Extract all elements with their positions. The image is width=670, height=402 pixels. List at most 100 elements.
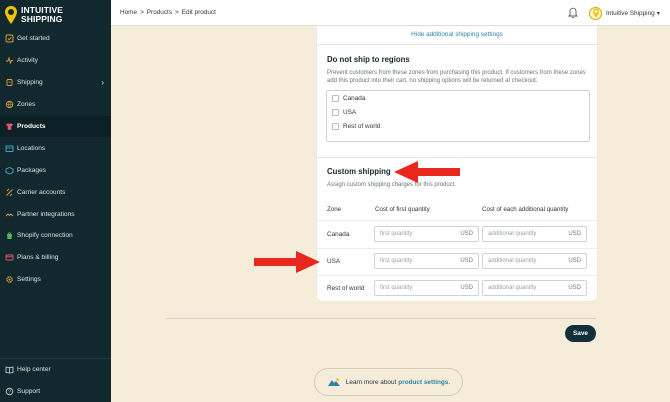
profile-name: Intuitive Shipping [606, 9, 655, 17]
input-placeholder: additional quantity [488, 258, 537, 264]
sidebar-item-label: Plans & billing [17, 254, 59, 262]
sidebar-item-help-center[interactable]: Help center [0, 359, 111, 381]
do-not-ship-title: Do not ship to regions [327, 55, 410, 64]
column-header-zone: Zone [327, 206, 342, 213]
first-quantity-input-rest-of-world[interactable]: first quantity USD [374, 280, 479, 296]
sidebar-item-packages[interactable]: Packages [0, 159, 111, 181]
input-placeholder: first quantity [380, 231, 413, 237]
additional-quantity-input-canada[interactable]: additional quantity USD [482, 226, 587, 242]
sidebar-item-carrier-accounts[interactable]: Carrier accounts [0, 181, 111, 203]
row-separator [317, 220, 597, 221]
sidebar-nav: Get started Activity Shipping › Zones Pr… [0, 28, 111, 291]
hide-additional-settings-link[interactable]: Hide additional shipping settings [317, 31, 597, 38]
sidebar-item-label: Help center [17, 366, 51, 374]
sidebar-item-label: Partner integrations [17, 210, 75, 218]
sidebar-item-get-started[interactable]: Get started [0, 28, 111, 50]
shipping-icon [4, 78, 14, 88]
bell-icon[interactable] [567, 6, 579, 19]
brand-line-2: SHIPPING [21, 14, 63, 24]
learn-more-suffix: . [448, 378, 451, 386]
row-separator [317, 248, 597, 249]
breadcrumb-products[interactable]: Products [147, 9, 172, 16]
learn-more-banner[interactable]: Learn more about product settings . [314, 368, 463, 396]
billing-icon [4, 253, 14, 263]
sidebar-item-shipping[interactable]: Shipping › [0, 72, 111, 94]
sidebar-item-label: Packages [17, 166, 46, 174]
logo-text: INTUITIVE SHIPPING [21, 6, 63, 24]
sidebar-item-label: Carrier accounts [17, 188, 66, 196]
breadcrumb-separator: > [140, 9, 144, 16]
integrations-icon [4, 209, 14, 219]
book-icon [4, 365, 14, 375]
input-placeholder: additional quantity [488, 285, 537, 291]
input-placeholder: additional quantity [488, 231, 537, 237]
logo-pin-icon [592, 8, 599, 18]
currency-unit: USD [568, 231, 581, 237]
shopify-icon [4, 231, 14, 241]
region-option-canada[interactable]: Canada [332, 95, 365, 102]
rocket-icon [4, 34, 14, 44]
first-quantity-input-canada[interactable]: first quantity USD [374, 226, 479, 242]
annotation-arrow-right-icon [254, 251, 320, 273]
save-button[interactable]: Save [565, 325, 596, 342]
column-header-additional-quantity: Cost of each additional quantity [482, 206, 569, 213]
region-checklist: Canada USA Rest of world [326, 90, 590, 142]
region-option-rest-of-world[interactable]: Rest of world [332, 123, 380, 130]
do-not-ship-description: Prevent customers from these zones from … [327, 70, 586, 84]
sidebar-item-support[interactable]: ? Support [0, 381, 111, 402]
sidebar-item-activity[interactable]: Activity [0, 50, 111, 72]
shirt-icon [4, 122, 14, 132]
sidebar-item-label: Shopify connection [17, 232, 73, 240]
activity-icon [4, 56, 14, 66]
breadcrumb-current: Edit product [181, 9, 216, 16]
avatar [589, 6, 602, 20]
chevron-down-icon: ▾ [656, 10, 660, 17]
divider [317, 44, 597, 45]
additional-quantity-input-usa[interactable]: additional quantity USD [482, 253, 587, 269]
product-settings-link[interactable]: product settings [398, 379, 448, 386]
sidebar-item-settings[interactable]: Settings [0, 269, 111, 291]
checkbox[interactable] [332, 109, 339, 116]
checkbox[interactable] [332, 123, 339, 130]
sidebar-item-zones[interactable]: Zones [0, 94, 111, 116]
logo-pin-icon [5, 6, 17, 24]
column-header-first-quantity: Cost of first quantity [375, 206, 430, 213]
currency-unit: USD [568, 258, 581, 264]
checkbox[interactable] [332, 95, 339, 102]
currency-unit: USD [460, 231, 473, 237]
sidebar-item-plans-billing[interactable]: Plans & billing [0, 247, 111, 269]
package-icon [4, 165, 14, 175]
help-icon: ? [4, 387, 14, 397]
first-quantity-input-usa[interactable]: first quantity USD [374, 253, 479, 269]
custom-shipping-title: Custom shipping [327, 167, 391, 176]
currency-unit: USD [568, 285, 581, 291]
mountain-icon [327, 378, 340, 386]
gear-icon [4, 275, 14, 285]
sidebar-item-label: Get started [17, 35, 50, 43]
sidebar-item-products[interactable]: Products [0, 115, 111, 138]
sidebar-bottom: Help center ? Support [0, 358, 111, 402]
region-label: Rest of world [343, 123, 381, 130]
zone-label-usa: USA [327, 258, 341, 265]
sidebar-item-partner-integrations[interactable]: Partner integrations [0, 203, 111, 225]
region-label: Canada [343, 95, 366, 102]
profile-menu[interactable]: Intuitive Shipping ▾ [589, 4, 667, 22]
sidebar-item-shopify-connection[interactable]: Shopify connection [0, 225, 111, 247]
location-icon [4, 143, 14, 153]
divider [317, 157, 597, 158]
sidebar-item-label: Support [17, 388, 41, 396]
input-placeholder: first quantity [380, 285, 413, 291]
logo[interactable]: INTUITIVE SHIPPING [4, 3, 108, 27]
chevron-right-icon: › [101, 77, 104, 87]
sidebar-item-label: Activity [17, 57, 38, 65]
breadcrumb: Home > Products > Edit product [120, 9, 219, 16]
annotation-arrow-left-icon [394, 161, 460, 183]
currency-unit: USD [460, 258, 473, 264]
sidebar-item-label: Products [17, 123, 46, 130]
additional-quantity-input-rest-of-world[interactable]: additional quantity USD [482, 280, 587, 296]
region-option-usa[interactable]: USA [332, 109, 356, 116]
breadcrumb-home[interactable]: Home [120, 9, 137, 16]
sidebar-item-label: Settings [17, 276, 41, 284]
sidebar: INTUITIVE SHIPPING Get started Activity … [0, 0, 111, 402]
sidebar-item-locations[interactable]: Locations [0, 137, 111, 159]
